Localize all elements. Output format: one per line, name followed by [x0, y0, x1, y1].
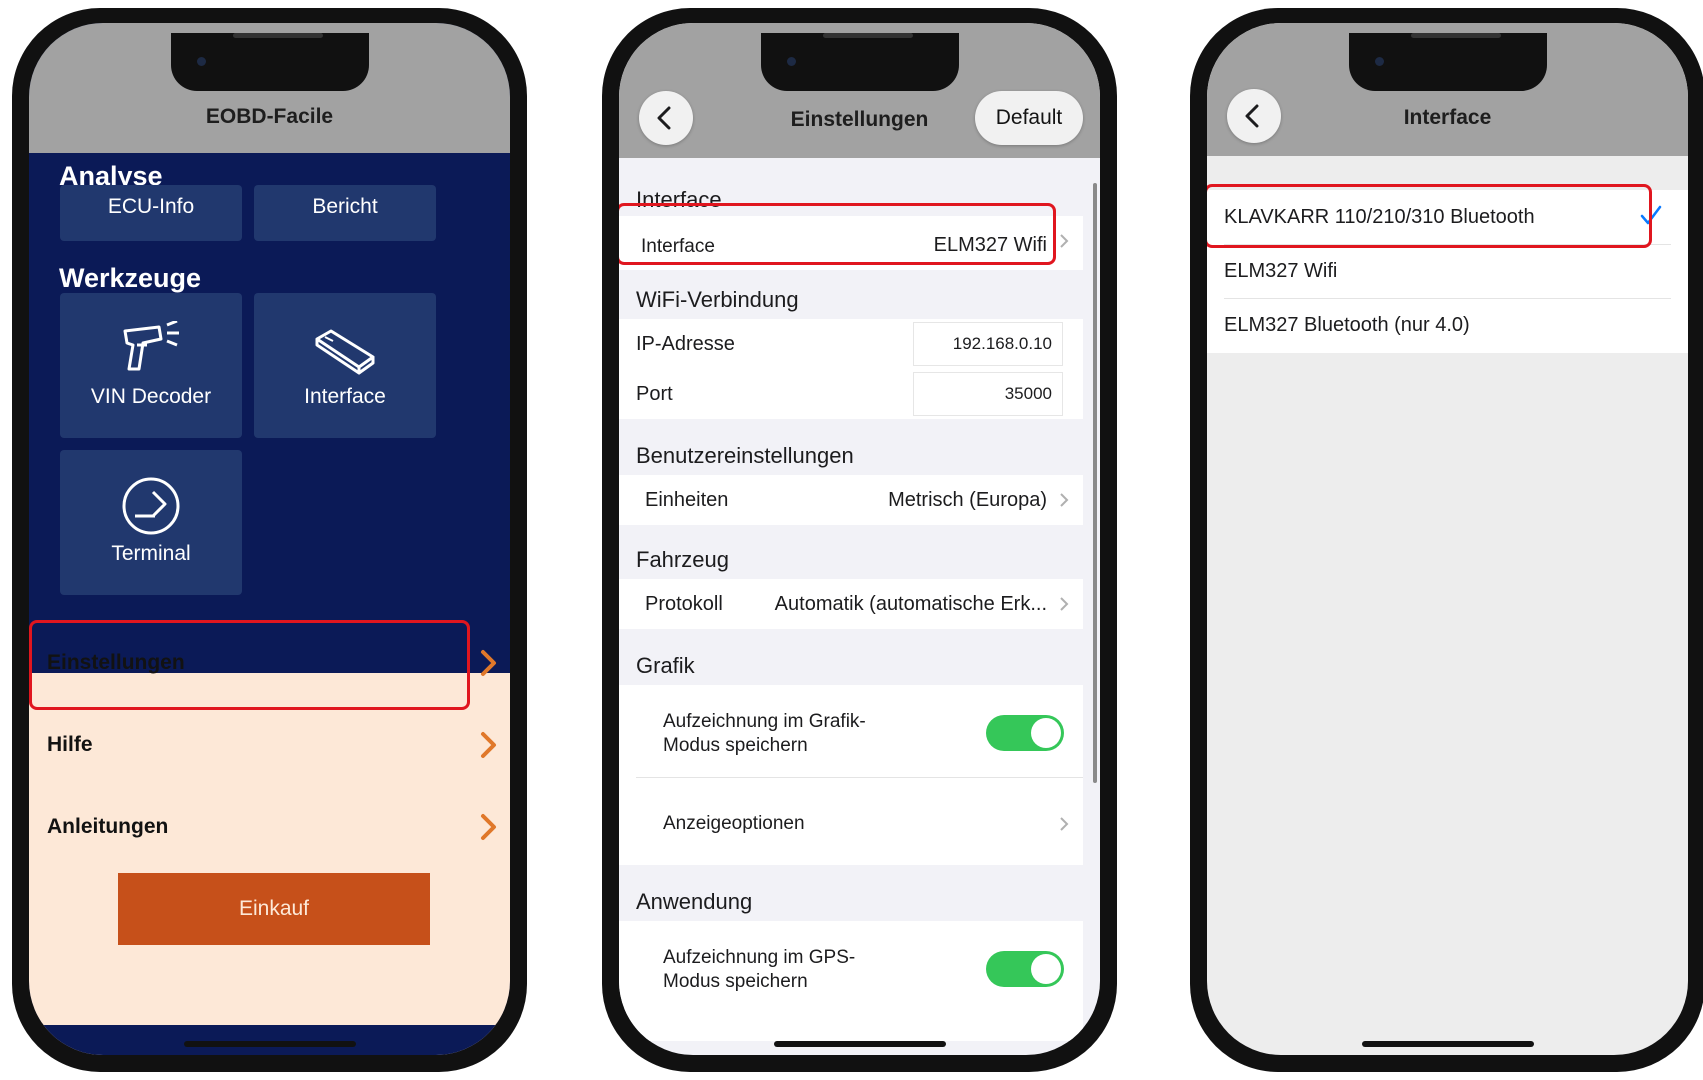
camera-icon: [1374, 57, 1384, 66]
graphics-record-toggle[interactable]: [986, 715, 1064, 751]
port-field[interactable]: 35000: [913, 372, 1063, 416]
tile-interface[interactable]: Interface: [254, 293, 436, 438]
interface-option[interactable]: ELM327 Bluetooth (nur 4.0): [1207, 298, 1688, 352]
tile-ecu-info[interactable]: ECU-Info: [60, 185, 242, 241]
chevron-right-icon: [1060, 493, 1069, 507]
scrollbar[interactable]: [1093, 183, 1097, 783]
phone-settings: Einstellungen Default Interface Interfac…: [602, 8, 1117, 1072]
ip-address-row: IP-Adresse 192.168.0.10: [619, 319, 1083, 369]
nav-title: EOBD-Facile: [205, 105, 334, 128]
tile-vin-decoder[interactable]: VIN Decoder: [60, 293, 242, 438]
row-value: Automatik (automatische Erk...: [774, 593, 1047, 615]
port-row: Port 35000: [619, 369, 1083, 419]
separator: [636, 777, 1083, 778]
units-row[interactable]: Einheiten Metrisch (Europa): [619, 475, 1083, 525]
interface-option[interactable]: ELM327 Wifi: [1207, 244, 1688, 298]
screen: EOBD-Facile Analyse ECU-Info Bericht Wer…: [29, 23, 510, 1055]
app-group: Aufzeichnung im GPS- Modus speichern: [619, 921, 1083, 1041]
barcode-scanner-icon: [123, 321, 179, 371]
menu-item-label: Anleitungen: [47, 815, 169, 838]
group-title-wifi: WiFi-Verbindung: [636, 287, 799, 312]
chevron-right-icon: [1060, 817, 1069, 831]
notch: [1348, 33, 1547, 91]
row-label: Modus speichern: [663, 971, 808, 992]
chevron-right-icon: [481, 650, 496, 676]
row-label: Protokoll: [645, 593, 723, 615]
section-title-werkzeuge: Werkzeuge: [59, 263, 202, 293]
home-indicator: [773, 1041, 946, 1047]
tile-label: Bericht: [312, 195, 378, 218]
group-title-app: Anwendung: [636, 889, 753, 914]
tile-terminal[interactable]: Terminal: [60, 450, 242, 595]
tab-bar: [29, 1025, 510, 1055]
default-button[interactable]: Default: [975, 91, 1083, 145]
tile-bericht[interactable]: Bericht: [254, 185, 436, 241]
tile-label: Terminal: [111, 542, 191, 565]
home-indicator: [183, 1041, 356, 1047]
chevron-right-icon: [481, 732, 496, 758]
row-label: Aufzeichnung im GPS-: [663, 947, 856, 968]
screen: Interface KLAVKARR 110/210/310 Bluetooth…: [1207, 23, 1688, 1055]
gps-record-toggle[interactable]: [986, 951, 1064, 987]
obd-dongle-icon: [315, 329, 375, 375]
chevron-right-icon: [481, 814, 496, 840]
menu-item-label: Hilfe: [47, 733, 93, 756]
tile-label: Interface: [304, 385, 386, 408]
highlight-box: [619, 203, 1056, 265]
chevron-right-icon: [1060, 234, 1069, 248]
nav-title: Interface: [1403, 106, 1492, 129]
einkauf-button[interactable]: Einkauf: [118, 873, 430, 945]
screen: Einstellungen Default Interface Interfac…: [619, 23, 1100, 1055]
group-title-user-settings: Benutzereinstellungen: [636, 443, 854, 468]
notch: [760, 33, 959, 91]
row-label: Aufzeichnung im Grafik-: [663, 711, 866, 732]
row-label: IP-Adresse: [636, 333, 735, 355]
protocol-row[interactable]: Protokoll Automatik (automatische Erk...: [619, 579, 1083, 629]
option-label: ELM327 Wifi: [1224, 260, 1338, 282]
display-options-row[interactable]: Anzeigeoptionen: [663, 813, 805, 835]
terminal-arrow-icon: [122, 477, 180, 535]
menu-item-hilfe[interactable]: Hilfe: [29, 705, 510, 785]
highlight-box: [29, 620, 470, 710]
camera-icon: [786, 57, 796, 66]
row-value: Metrisch (Europa): [888, 489, 1047, 511]
notch: [170, 33, 369, 91]
row-label: Port: [636, 383, 673, 405]
tile-label: ECU-Info: [107, 195, 195, 218]
home-indicator: [1361, 1041, 1534, 1047]
tile-label: VIN Decoder: [90, 385, 212, 408]
highlight-box: [1207, 184, 1652, 248]
stage: EOBD-Facile Analyse ECU-Info Bericht Wer…: [0, 0, 1703, 1080]
phone-interface-select: Interface KLAVKARR 110/210/310 Bluetooth…: [1190, 8, 1703, 1072]
option-label: ELM327 Bluetooth (nur 4.0): [1224, 314, 1470, 336]
ip-address-field[interactable]: 192.168.0.10: [913, 322, 1063, 366]
row-label: Einheiten: [645, 489, 729, 511]
graphics-group: Aufzeichnung im Grafik- Modus speichern …: [619, 685, 1083, 865]
group-title-vehicle: Fahrzeug: [636, 547, 729, 572]
group-title-graphics: Grafik: [636, 653, 695, 678]
camera-icon: [196, 57, 206, 66]
chevron-right-icon: [1060, 597, 1069, 611]
menu-item-anleitungen[interactable]: Anleitungen: [29, 787, 510, 867]
row-label: Modus speichern: [663, 735, 808, 756]
phone-main-menu: EOBD-Facile Analyse ECU-Info Bericht Wer…: [12, 8, 527, 1072]
